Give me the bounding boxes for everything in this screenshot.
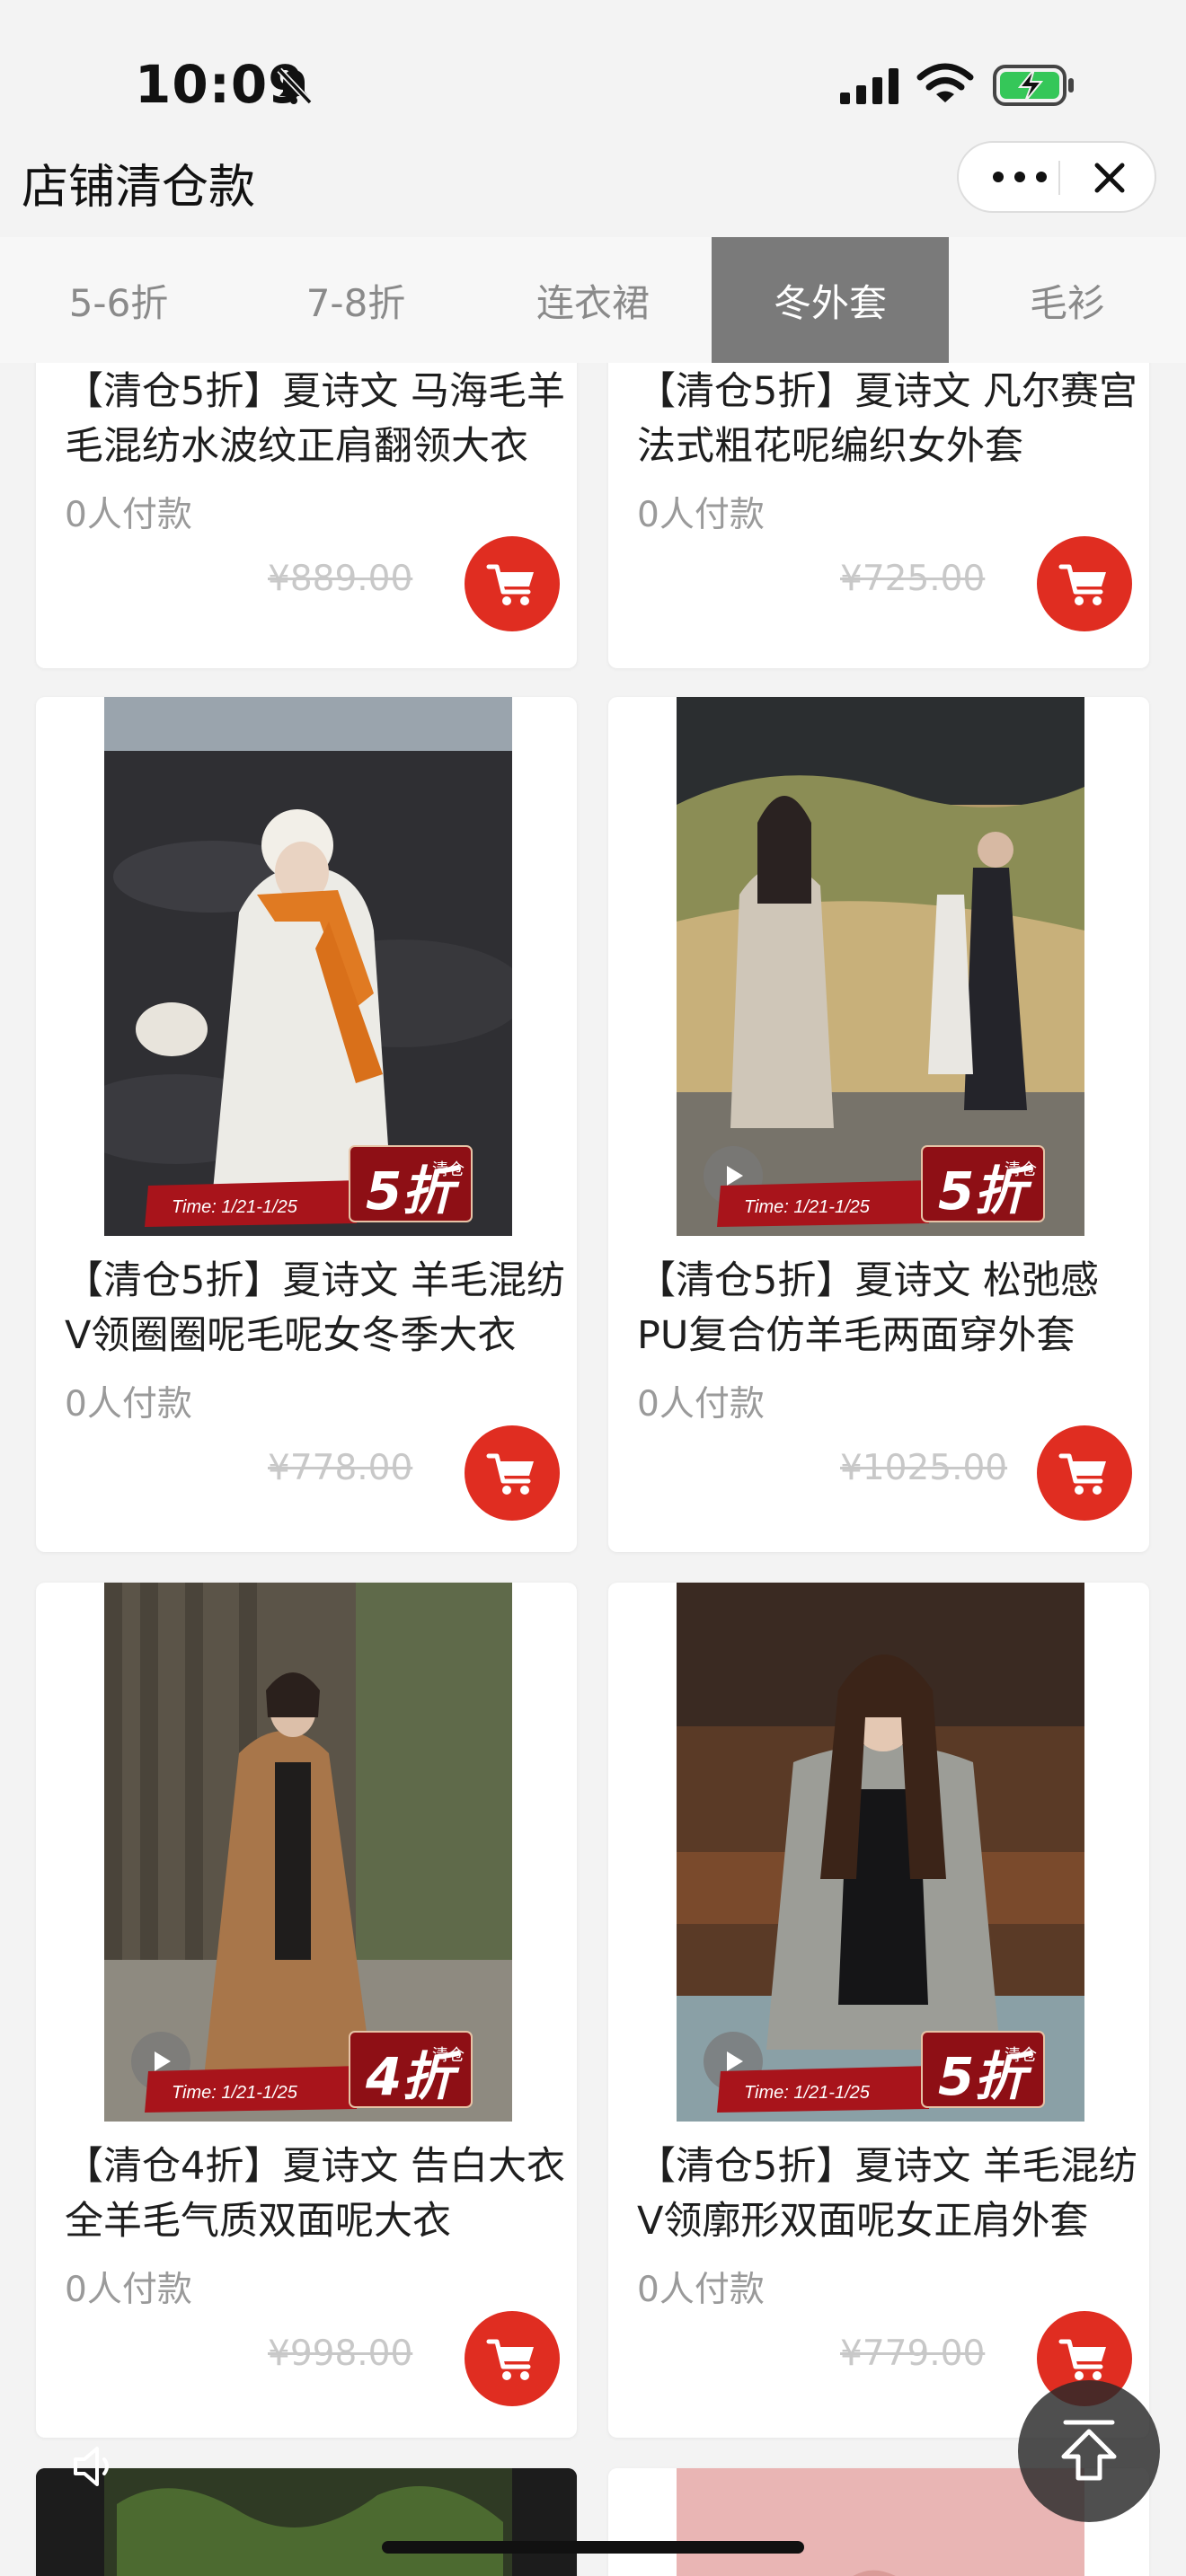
silent-bell-icon [277,67,313,105]
product-photo: Time: 1/21-1/25 5折 清仓 [677,697,1084,1236]
product-photo: Time: 1/21-1/25 5折 清仓 [677,1583,1084,2122]
cart-icon [486,564,534,605]
paid-count: 0人付款 [637,1384,765,1425]
cart-icon [1058,564,1106,605]
product-card[interactable]: Time: 1/21-1/25 4折 清仓 【清仓4折】夏诗文 告白大衣 全羊毛… [36,1583,577,2438]
product-price: ¥1025.00 [840,1448,1008,1488]
tab-sweaters[interactable]: 毛衫 [949,237,1186,363]
product-price: ¥778.00 [268,1448,413,1488]
tab-5-6-discount[interactable]: 5-6折 [0,237,237,363]
product-price: ¥779.00 [840,2333,986,2374]
product-photo: Time: 1/21-1/25 5折 清仓 [104,697,512,1236]
discount-badge: Time: 1/21-1/25 4折 清仓 [136,2023,486,2116]
cart-icon [1058,2339,1106,2380]
product-price: ¥998.00 [268,2333,413,2374]
home-indicator [382,2541,804,2554]
paid-count: 0人付款 [65,495,192,535]
paid-count: 0人付款 [637,495,765,535]
arrow-up-icon [1061,2420,1117,2481]
product-card[interactable]: 【清仓5折】夏诗文 凡尔赛宫 法式粗花呢编织女外套 0人付款 ¥725.00 [608,363,1149,668]
tab-winter-coats[interactable]: 冬外套 [712,237,949,363]
battery-charging-icon [993,65,1074,106]
category-tabs: 5-6折 7-8折 连衣裙 冬外套 毛衫 [0,237,1186,363]
badge-time: Time: 1/21-1/25 [172,2083,298,2103]
product-photo: Time: 1/21-1/25 4折 清仓 [104,1583,512,2122]
badge-time: Time: 1/21-1/25 [744,2083,871,2103]
page-title: 店铺清仓款 [22,161,256,215]
product-card[interactable]: Time: 1/21-1/25 5折 清仓 【清仓5折】夏诗文 羊毛混纺V领廓形… [608,1583,1149,2438]
back-to-top-button[interactable] [1018,2380,1160,2522]
paid-count: 0人付款 [637,2270,765,2310]
badge-tag: 清仓 [432,2046,465,2065]
add-to-cart-button[interactable] [465,2311,560,2406]
mini-program-capsule [957,141,1156,213]
product-grid: 【清仓5折】夏诗文 马海毛羊毛混纺水波纹正肩翻领大衣 0人付款 ¥889.00 … [0,363,1186,2576]
product-price: ¥725.00 [840,559,986,599]
speaker-icon[interactable] [72,2443,124,2490]
capsule-divider [1058,161,1060,195]
cellular-signal-icon [840,68,898,104]
badge-tag: 清仓 [432,1160,465,1179]
close-icon[interactable] [1083,156,1137,199]
cart-icon [1058,1453,1106,1495]
product-title: 【清仓4折】夏诗文 告白大衣 全羊毛气质双面呢大衣 [65,2144,566,2244]
product-title: 【清仓5折】夏诗文 羊毛混纺V领廓形双面呢女正肩外套 [637,2144,1138,2244]
discount-badge: Time: 1/21-1/25 5折 清仓 [708,1137,1058,1231]
tab-7-8-discount[interactable]: 7-8折 [237,237,474,363]
product-title: 【清仓5折】夏诗文 凡尔赛宫 法式粗花呢编织女外套 [637,369,1138,469]
badge-time: Time: 1/21-1/25 [172,1197,298,1217]
wifi-icon [916,63,974,102]
tab-dresses[interactable]: 连衣裙 [474,237,712,363]
product-price: ¥889.00 [268,559,413,599]
product-title: 【清仓5折】夏诗文 松弛感PU复合仿羊毛两面穿外套 [637,1258,1100,1358]
discount-badge: Time: 1/21-1/25 5折 清仓 [708,2023,1058,2116]
status-bar: 10:09 店铺清仓款 [0,0,1186,215]
product-title: 【清仓5折】夏诗文 马海毛羊毛混纺水波纹正肩翻领大衣 [65,369,566,469]
product-card[interactable]: Time: 1/21-1/25 5折 清仓 【清仓5折】夏诗文 松弛感PU复合仿… [608,697,1149,1552]
add-to-cart-button[interactable] [465,536,560,631]
paid-count: 0人付款 [65,2270,192,2310]
paid-count: 0人付款 [65,1384,192,1425]
badge-time: Time: 1/21-1/25 [744,1197,871,1217]
add-to-cart-button[interactable] [465,1425,560,1521]
badge-tag: 清仓 [1005,2046,1037,2065]
add-to-cart-button[interactable] [1037,1425,1132,1521]
badge-tag: 清仓 [1005,1160,1037,1179]
product-card[interactable]: Time: 1/21-1/25 5折 清仓 【清仓5折】夏诗文 羊毛混纺V领圈圈… [36,697,577,1552]
product-title: 【清仓5折】夏诗文 羊毛混纺V领圈圈呢毛呢女冬季大衣 [65,1258,566,1358]
add-to-cart-button[interactable] [1037,536,1132,631]
cart-icon [486,1453,534,1495]
product-card[interactable]: 【清仓5折】夏诗文 马海毛羊毛混纺水波纹正肩翻领大衣 0人付款 ¥889.00 [36,363,577,668]
more-options-icon[interactable] [984,157,1056,197]
cart-icon [486,2339,534,2380]
discount-badge: Time: 1/21-1/25 5折 清仓 [136,1137,486,1231]
